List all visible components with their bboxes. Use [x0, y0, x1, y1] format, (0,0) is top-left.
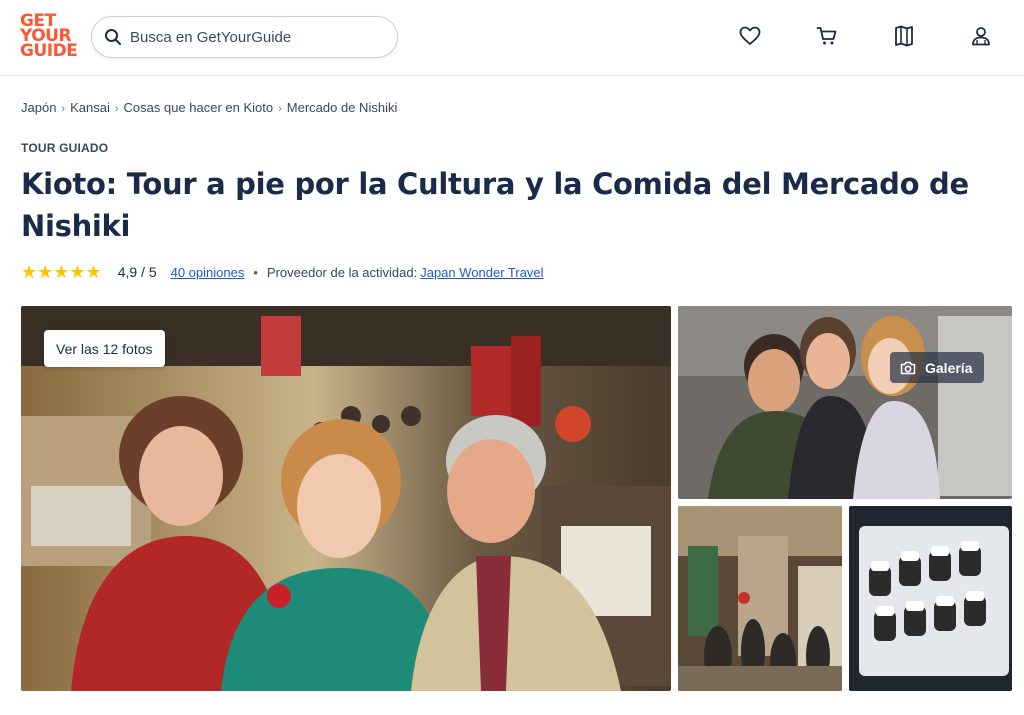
bookings-button[interactable] [892, 24, 916, 48]
rating-score: 4,9 / 5 [117, 264, 157, 280]
profile-icon [972, 27, 990, 46]
gallery-photo-2[interactable] [678, 306, 1012, 499]
breadcrumb-item-current[interactable]: Mercado de Nishiki [287, 100, 398, 115]
breadcrumb: Japón › Kansai › Cosas que hacer en Kioto › Me… [21, 100, 397, 115]
site-header: GET YOUR GUIDE [0, 0, 1024, 76]
heart-icon [739, 26, 761, 45]
breadcrumb-item-kansai[interactable]: Kansai [70, 100, 110, 115]
cart-button[interactable] [815, 24, 839, 48]
breadcrumb-separator: › [114, 103, 119, 115]
wishlist-button[interactable] [738, 24, 762, 48]
breadcrumb-item-things-to-do[interactable]: Cosas que hacer en Kioto [124, 100, 274, 115]
reviews-link[interactable]: 40 opiniones [171, 265, 245, 280]
map-icon [895, 25, 913, 47]
rating-row: ★★★★★ 4,9 / 5 40 opiniones • Proveedor d… [21, 262, 544, 282]
search-icon [105, 29, 121, 45]
tour-type-label: TOUR GUIADO [21, 141, 109, 155]
gallery-label: Galería [925, 359, 973, 376]
logo-line-3: GUIDE [20, 41, 78, 61]
gallery-button[interactable]: Galería [890, 352, 985, 383]
profile-button[interactable] [969, 24, 993, 48]
breadcrumb-separator: › [61, 103, 66, 115]
search-bar[interactable] [91, 16, 398, 58]
gallery-photo-4[interactable] [849, 506, 1012, 691]
provider-link[interactable]: Japan Wonder Travel [420, 265, 543, 280]
rating-stars: ★★★★★ [21, 261, 102, 282]
search-input[interactable] [130, 25, 380, 49]
see-all-photos-button[interactable]: Ver las 12 fotos [44, 330, 165, 367]
camera-icon [900, 361, 916, 374]
cart-icon [816, 27, 837, 45]
breadcrumb-separator: › [278, 103, 282, 115]
separator-dot: • [253, 264, 258, 280]
gallery-photo-3[interactable] [678, 506, 842, 691]
page-title: Kioto: Tour a pie por la Cultura y la Co… [21, 167, 969, 243]
getyourguide-logo[interactable]: GET YOUR GUIDE [20, 13, 78, 61]
provider-label: Proveedor de la actividad: [266, 264, 418, 280]
breadcrumb-item-japan[interactable]: Japón [21, 100, 56, 115]
